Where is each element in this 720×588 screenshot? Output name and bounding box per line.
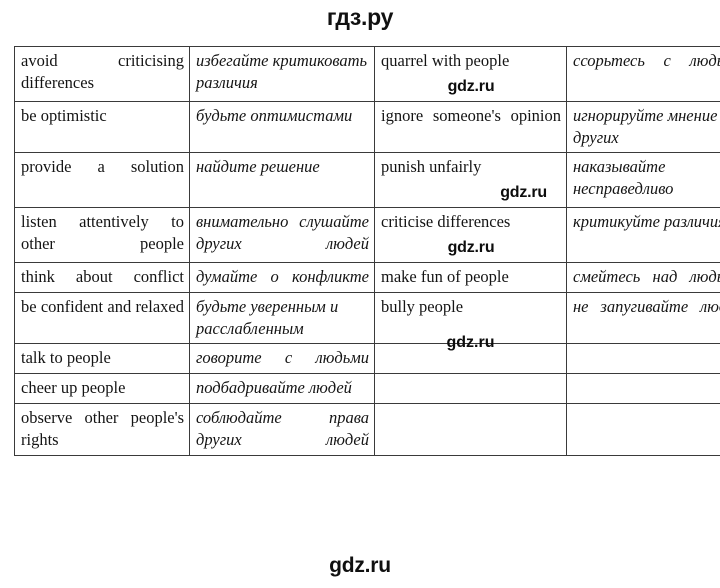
phrase-russian: будьте уверенным и расслабленным bbox=[196, 296, 339, 338]
cell-english-right: bully people bbox=[374, 291, 567, 345]
phrase-english: be confident and relaxed bbox=[21, 296, 184, 316]
phrase-english: make fun of people bbox=[381, 267, 509, 287]
phrase-english: ignore someone's opinion bbox=[381, 105, 561, 125]
page-title: гдз.ру bbox=[326, 4, 394, 30]
phrase-russian: ссорьтесь с людьми bbox=[573, 51, 720, 70]
cell-russian-left: внимательно слушайте других людей bbox=[189, 207, 375, 264]
cell-russian-left: найдите решение bbox=[189, 152, 375, 209]
cell-english-left: talk to people bbox=[14, 343, 190, 375]
table-row: avoid criticising differences избегайте … bbox=[14, 46, 720, 102]
cell-russian-right bbox=[566, 373, 720, 404]
cell-russian-right: не запугивайте людей bbox=[566, 291, 720, 345]
phrase-english: cheer up people bbox=[21, 378, 126, 398]
watermark-gdz: gdz.ru bbox=[447, 77, 495, 95]
phrase-english: punish unfairly bbox=[381, 157, 482, 177]
phrase-russian: игнорируйте мнение других bbox=[573, 105, 718, 147]
phrase-russian: критикуйте различия bbox=[573, 212, 720, 232]
cell-russian-right: наказывайте несправедливо bbox=[566, 152, 720, 209]
cell-english-right: quarrel with people gdz.ru bbox=[374, 46, 567, 102]
phrase-english: bully people bbox=[381, 296, 464, 316]
cell-russian-right: смейтесь над людьми bbox=[566, 262, 720, 293]
table-row: listen attentively to other people внима… bbox=[14, 207, 720, 264]
table-row: be confident and relaxed будьте уверенны… bbox=[14, 291, 720, 345]
phrase-english: talk to people bbox=[21, 348, 111, 368]
cell-russian-right: игнорируйте мнение других bbox=[566, 100, 720, 154]
watermark-gdz: gdz.ru bbox=[500, 184, 547, 202]
phrase-english: avoid criticising differences bbox=[21, 51, 184, 92]
phrase-russian: смейтесь над людьми bbox=[573, 267, 720, 287]
phrase-english: observe other people's rights bbox=[21, 407, 184, 449]
phrase-english: provide a solution bbox=[21, 157, 184, 177]
cell-russian-left: будьте оптимистами bbox=[189, 100, 375, 154]
cell-english-left: be confident and relaxed bbox=[14, 291, 190, 345]
vocabulary-table: avoid criticising differences избегайте … bbox=[14, 46, 720, 456]
phrase-russian: внимательно слушайте других людей bbox=[196, 212, 369, 254]
phrase-english: quarrel with people bbox=[381, 51, 510, 70]
phrase-russian: наказывайте несправедливо bbox=[573, 157, 674, 199]
cell-english-left: provide a solution bbox=[14, 152, 190, 209]
footer-watermark: gdz.ru bbox=[329, 554, 391, 577]
cell-russian-left: подбадривайте людей bbox=[189, 373, 375, 404]
cell-english-left: cheer up people bbox=[14, 373, 190, 404]
phrase-russian: будьте оптимистами bbox=[196, 105, 353, 125]
phrase-russian: найдите решение bbox=[196, 157, 320, 177]
phrase-english: be optimistic bbox=[21, 105, 107, 125]
cell-russian-right: критикуйте различия bbox=[566, 207, 720, 264]
table-row: think about conflict думайте о конфликте… bbox=[14, 262, 720, 293]
cell-russian-right bbox=[566, 343, 720, 375]
phrase-english: think about conflict bbox=[21, 267, 184, 287]
cell-russian-left: думайте о конфликте bbox=[189, 262, 375, 293]
table-row: cheer up people подбадривайте людей bbox=[14, 373, 720, 404]
vocabulary-table-container: avoid criticising differences избегайте … bbox=[14, 46, 720, 456]
cell-russian-left: избегайте критиковать различия bbox=[189, 46, 375, 102]
phrase-russian: не запугивайте людей bbox=[573, 296, 720, 316]
cell-russian-right bbox=[566, 402, 720, 456]
phrase-english: listen attentively to other people bbox=[21, 212, 184, 254]
table-row: provide a solution найдите решение punis… bbox=[14, 152, 720, 209]
cell-russian-left: соблюдайте права других людей bbox=[189, 402, 375, 456]
phrase-russian: избегайте критиковать различия bbox=[196, 51, 368, 92]
cell-english-left: listen attentively to other people bbox=[14, 207, 190, 264]
cell-russian-right: ссорьтесь с людьми bbox=[566, 46, 720, 102]
cell-english-right: gdz.ru bbox=[374, 334, 567, 375]
cell-english-right: criticise differences gdz.ru bbox=[374, 207, 567, 264]
cell-english-left: avoid criticising differences bbox=[14, 46, 190, 102]
table-row: be optimistic будьте оптимистами ignore … bbox=[14, 100, 720, 154]
watermark-gdz: gdz.ru bbox=[447, 239, 495, 257]
cell-english-right bbox=[374, 402, 567, 456]
phrase-russian: думайте о конфликте bbox=[196, 267, 369, 287]
cell-english-right: punish unfairly gdz.ru bbox=[374, 152, 567, 209]
phrase-english: criticise differences bbox=[381, 212, 511, 232]
cell-english-right bbox=[374, 373, 567, 404]
cell-russian-left: говорите с людьми bbox=[189, 343, 375, 375]
phrase-russian: соблюдайте права других людей bbox=[196, 407, 369, 449]
cell-russian-left: будьте уверенным и расслабленным bbox=[189, 291, 375, 345]
cell-english-right: make fun of people bbox=[374, 262, 567, 293]
cell-english-right: ignore someone's opinion bbox=[374, 100, 567, 154]
cell-english-left: observe other people's rights bbox=[14, 402, 190, 456]
phrase-russian: говорите с людьми bbox=[196, 348, 369, 368]
cell-english-left: be optimistic bbox=[14, 100, 190, 154]
table-row: observe other people's rights соблюдайте… bbox=[14, 402, 720, 456]
phrase-russian: подбадривайте людей bbox=[196, 378, 352, 398]
table-row: talk to people говорите с людьми gdz.ru bbox=[14, 334, 720, 375]
cell-english-left: think about conflict bbox=[14, 262, 190, 293]
